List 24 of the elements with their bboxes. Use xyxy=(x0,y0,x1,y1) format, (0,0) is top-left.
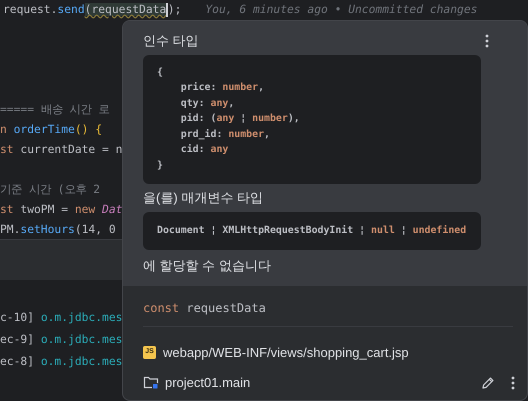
more-icon[interactable] xyxy=(485,34,489,48)
code-line: st twoPM = new Dat xyxy=(0,202,122,218)
edit-icon[interactable] xyxy=(481,376,495,390)
more-icon[interactable] xyxy=(511,376,515,390)
console-line: c-10] o.m.jdbc.mes xyxy=(0,310,122,326)
module-name: project01.main xyxy=(165,374,252,392)
code-block: { price: number, qty: any, pid: (any ¦ number), prd_id: number, cid: any } xyxy=(143,54,481,184)
code-block: Document ¦ XMLHttpRequestBodyInit ¦ null ¦ undefined xyxy=(143,212,481,250)
code-line: n orderTime() { xyxy=(0,122,102,138)
code-line: st currentDate = n xyxy=(0,142,122,158)
code-line: ===== 배송 시간 로 xyxy=(0,102,110,118)
file-path[interactable]: webapp/WEB-INF/views/shopping_cart.jsp xyxy=(163,342,409,362)
popup-title: 인수 타입 xyxy=(143,32,199,50)
console-line: ec-9] o.m.jdbc.mes xyxy=(0,332,122,348)
blame-annotation: You, 6 minutes ago • Uncommitted changes xyxy=(205,2,478,18)
code-line: PM.setHours(14, 0 xyxy=(0,222,116,238)
code-line: request.send(requestData); xyxy=(2,2,182,19)
declaration-text: const requestData xyxy=(143,298,513,327)
message-text: 에 할당할 수 없습니다 xyxy=(143,257,272,276)
console-line: ec-8] o.m.jdbc.mes xyxy=(0,354,122,370)
code-line: 기준 시간 (오후 2 xyxy=(0,182,100,198)
message-text: 을(를) 매개변수 타입 xyxy=(143,188,264,207)
module-folder-icon xyxy=(143,375,159,390)
text-caret xyxy=(166,2,168,17)
